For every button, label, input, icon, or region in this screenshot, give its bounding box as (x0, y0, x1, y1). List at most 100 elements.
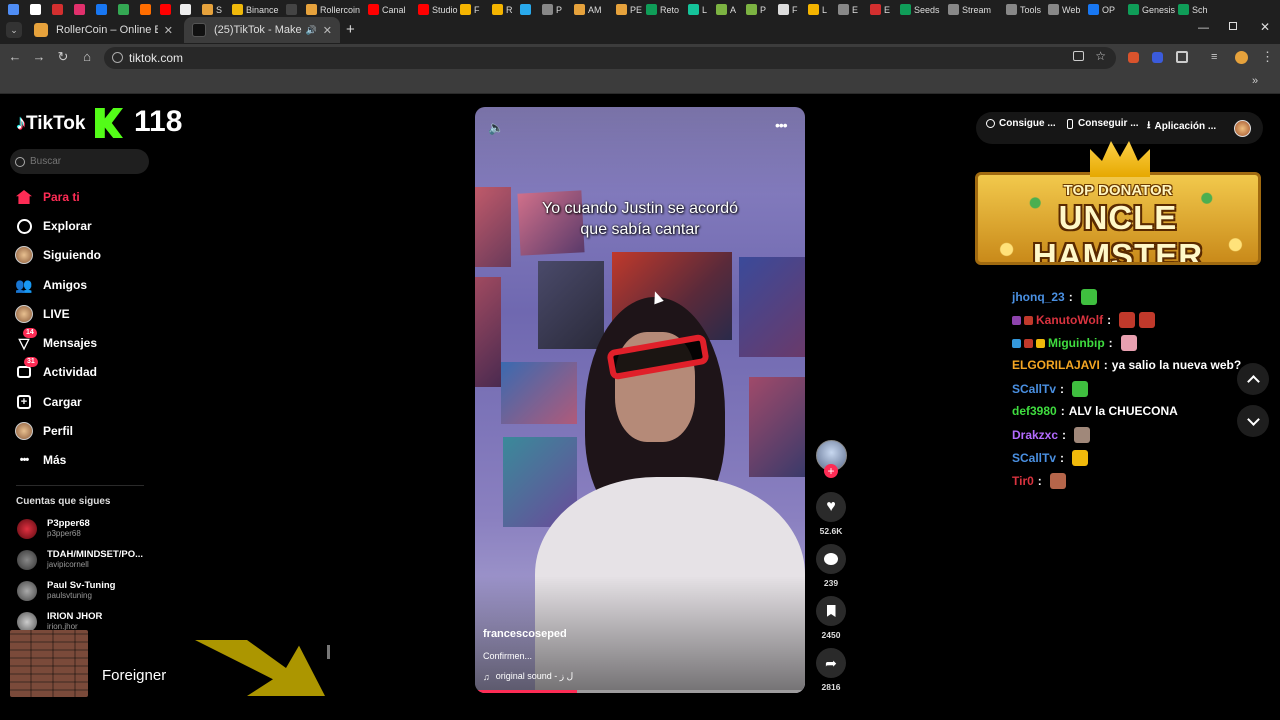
bookmark-item[interactable]: Tools (1006, 4, 1041, 15)
bookmark-item[interactable] (140, 4, 154, 15)
comment-action[interactable]: 239 (816, 544, 846, 588)
bookmark-item[interactable] (96, 4, 110, 15)
sidebar-item-amigos[interactable]: 👥 Amigos (14, 275, 87, 295)
minimize-window-button[interactable]: — (1198, 22, 1209, 34)
scroll-up-button[interactable] (1237, 363, 1269, 395)
address-bar-input[interactable]: tiktok.com ☆ (104, 47, 1116, 69)
bookmark-item[interactable] (118, 4, 132, 15)
bookmark-item[interactable]: P (542, 4, 562, 15)
bookmark-item[interactable] (180, 4, 194, 15)
restore-window-button[interactable] (1229, 22, 1237, 30)
browser-tab-rollercoin[interactable]: RollerCoin – Online Bitcoin Min ✕ (26, 17, 181, 43)
bookmark-item[interactable]: Stream (948, 4, 991, 15)
bookmark-item[interactable] (286, 4, 300, 15)
bookmark-item[interactable]: Studio (418, 4, 458, 15)
close-tab-icon[interactable]: ✕ (323, 24, 332, 37)
browser-menu-icon[interactable]: ⋮ (1261, 49, 1274, 65)
bookmark-item[interactable]: Reto (646, 4, 679, 15)
bookmark-item[interactable]: Web (1048, 4, 1080, 15)
like-count: 52.6K (819, 526, 843, 536)
extension-icon-1[interactable] (1128, 52, 1139, 63)
chat-separator: : (1060, 404, 1065, 418)
bookmark-item[interactable]: AM (574, 4, 602, 15)
bookmark-star-icon[interactable]: ☆ (1095, 49, 1106, 63)
progress-track[interactable] (475, 690, 805, 693)
install-app-icon[interactable] (1073, 51, 1084, 61)
bookmarks-overflow-icon[interactable]: » (1252, 75, 1258, 87)
bookmark-item[interactable]: L (688, 4, 707, 15)
profile-avatar-icon[interactable] (1235, 51, 1248, 64)
followed-account[interactable]: P3pper68 p3pper68 (17, 518, 90, 539)
volume-icon[interactable]: 🔈 (488, 120, 504, 136)
bookmark-item[interactable]: OP (1088, 4, 1115, 15)
speaker-icon[interactable]: 🔊 (306, 25, 317, 36)
sidebar-item-siguiendo[interactable]: Siguiendo (14, 245, 101, 265)
bookmark-item[interactable]: E (838, 4, 858, 15)
sidebar-item-actividad[interactable]: Actividad 31 (14, 357, 97, 382)
bookmark-item[interactable]: Sch (1178, 4, 1208, 15)
sidebar-item-explorar[interactable]: Explorar (14, 216, 92, 236)
video-player[interactable]: Yo cuando Justin se acordó que sabía can… (475, 107, 805, 693)
followed-account[interactable]: Paul Sv-Tuning paulsvtuning (17, 580, 115, 601)
search-box[interactable] (10, 149, 149, 174)
back-icon[interactable]: ← (8, 50, 22, 64)
save-action[interactable]: 2450 (816, 596, 846, 640)
extension-icon-2[interactable] (1152, 52, 1163, 63)
scrollbar-thumb[interactable] (327, 645, 330, 659)
bookmark-item[interactable]: Binance (232, 4, 279, 15)
extensions-puzzle-icon[interactable] (1176, 51, 1188, 63)
forward-icon[interactable]: → (32, 50, 46, 64)
tab-search-button[interactable]: ⌄ (6, 22, 22, 38)
sidebar-item-m-s[interactable]: ••• Más (14, 450, 67, 470)
close-tab-icon[interactable]: ✕ (164, 24, 173, 37)
bookmark-item[interactable]: Genesis (1128, 4, 1175, 15)
user-avatar[interactable] (1234, 120, 1251, 137)
sidebar-item-live[interactable]: LIVE (14, 304, 70, 324)
search-input[interactable] (30, 156, 140, 167)
bookmark-item[interactable]: PE (616, 4, 642, 15)
bookmark-item[interactable] (30, 4, 44, 15)
get-app-button[interactable]: Conseguir ... (1067, 118, 1139, 129)
video-author[interactable]: francescoseped (483, 628, 567, 640)
sidebar-item-mensajes[interactable]: ▽ Mensajes 14 (14, 328, 97, 353)
browser-tab-tiktok[interactable]: (25)TikTok - Make Your Day 🔊 ✕ (184, 17, 340, 43)
bookmark-item[interactable] (8, 4, 22, 15)
following-avatar-icon (14, 245, 34, 265)
follow-plus-icon[interactable]: + (824, 464, 838, 478)
home-icon[interactable]: ⌂ (80, 50, 94, 64)
desktop-app-button[interactable]: ⭳ Aplicación ... (1147, 118, 1216, 135)
bookmark-item[interactable]: F (778, 4, 798, 15)
get-coins-button[interactable]: Consigue ... (986, 118, 1056, 129)
bookmark-item[interactable]: Rollercoin (306, 4, 360, 15)
sidebar-item-perfil[interactable]: Perfil (14, 421, 73, 441)
video-description[interactable]: Confirmen... (483, 651, 532, 661)
bookmark-item[interactable]: E (870, 4, 890, 15)
bookmark-item[interactable]: L (808, 4, 827, 15)
sidebar-item-cargar[interactable]: + Cargar (14, 392, 82, 412)
bookmark-item[interactable] (160, 4, 174, 15)
close-window-button[interactable]: ✕ (1260, 20, 1270, 34)
bookmark-item[interactable]: Seeds (900, 4, 940, 15)
sidebar-item-para-ti[interactable]: Para ti (14, 187, 80, 207)
sound-row[interactable]: ♫ original sound - ل ز (483, 671, 573, 682)
like-action[interactable]: ♥ 52.6K (816, 492, 846, 536)
scroll-down-button[interactable] (1237, 405, 1269, 437)
tiktok-logo[interactable]: ♪ TikTok (16, 112, 85, 135)
reload-icon[interactable]: ↻ (56, 50, 70, 64)
bookmark-item[interactable] (52, 4, 66, 15)
bookmark-item[interactable] (520, 4, 534, 15)
bookmark-item[interactable]: S (202, 4, 222, 15)
site-info-icon[interactable] (112, 52, 123, 63)
followed-account[interactable]: IRION JHOR irion.jhor (17, 611, 102, 632)
bookmark-item[interactable]: R (492, 4, 513, 15)
share-action[interactable]: ➦ 2816 (816, 648, 846, 692)
bookmark-item[interactable] (74, 4, 88, 15)
bookmark-item[interactable]: P (746, 4, 766, 15)
video-more-options-icon[interactable]: ••• (775, 117, 788, 133)
media-controls-icon[interactable]: ≡ (1211, 51, 1217, 63)
bookmark-item[interactable]: F (460, 4, 480, 15)
followed-account[interactable]: TDAH/MINDSET/PO... javipicornell (17, 549, 143, 570)
bookmark-item[interactable]: Canal (368, 4, 406, 15)
new-tab-button[interactable]: + (346, 21, 355, 38)
bookmark-item[interactable]: A (716, 4, 736, 15)
